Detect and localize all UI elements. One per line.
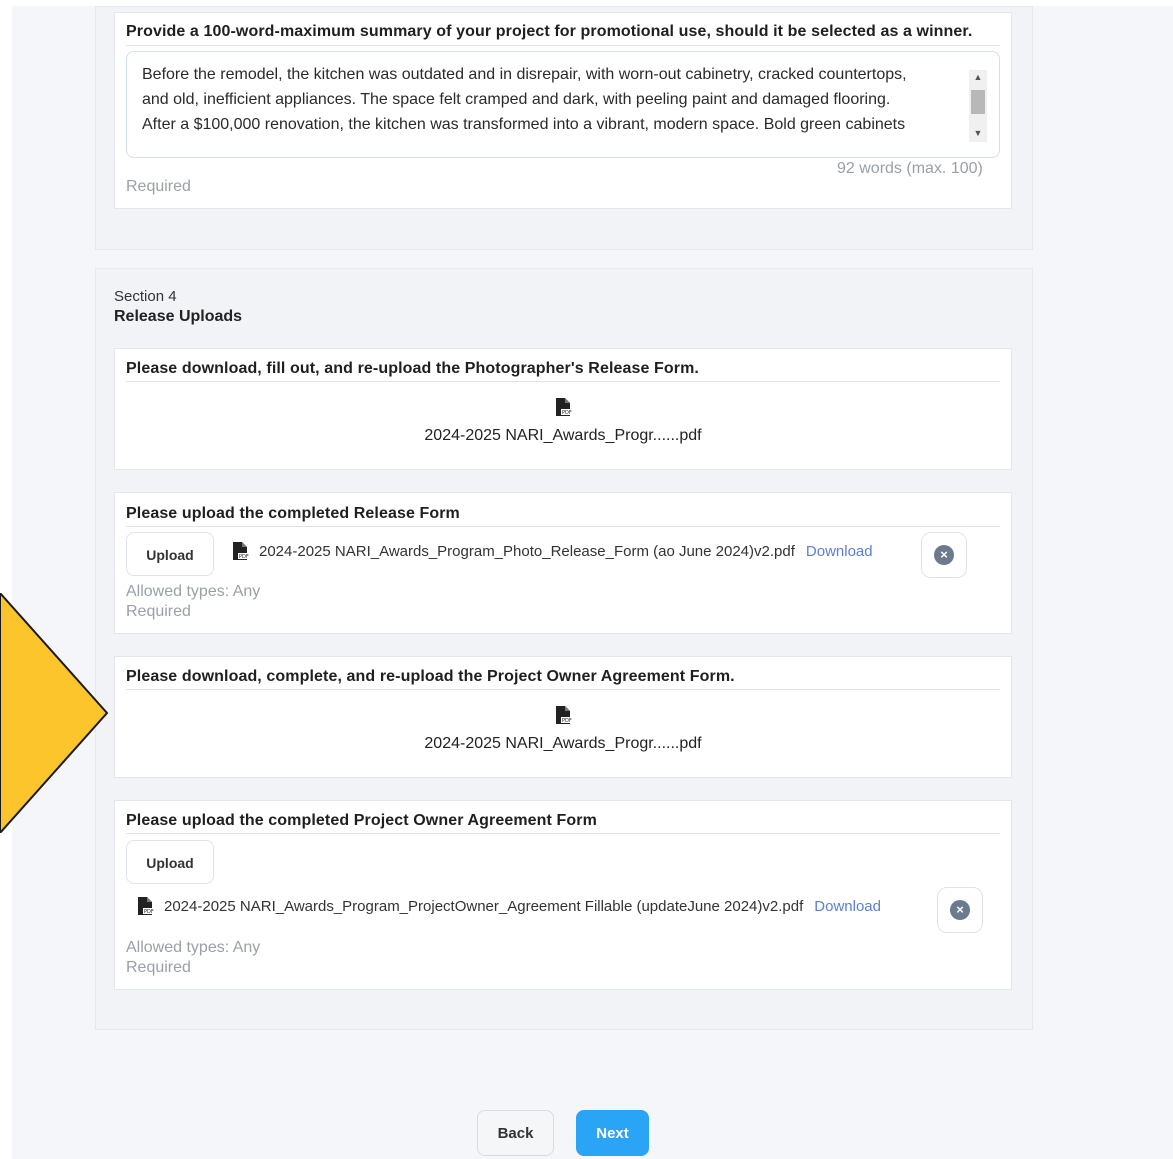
required-label: Required [126, 603, 191, 620]
photo-release-upload-prompt: Please upload the completed Release Form [126, 505, 460, 522]
photo-release-upload-card: Please upload the completed Release Form… [114, 492, 1012, 634]
allowed-types: Allowed types: Any [126, 583, 261, 600]
summary-prompt: Provide a 100-word-maximum summary of yo… [126, 23, 973, 40]
owner-agreement-download-prompt: Please download, complete, and re-upload… [126, 668, 735, 685]
uploaded-filename: 2024-2025 NARI_Awards_Program_Photo_Rele… [259, 542, 795, 560]
svg-text:PDF: PDF [144, 909, 154, 915]
back-button[interactable]: Back [477, 1110, 554, 1156]
pdf-file-icon: PDF [554, 705, 572, 725]
photo-release-template-link[interactable]: PDF [115, 397, 1011, 422]
card-divider [126, 381, 1000, 382]
remove-file-button[interactable]: × [921, 532, 967, 578]
close-icon: × [934, 545, 954, 565]
scroll-down-icon[interactable]: ▼ [969, 126, 987, 140]
upload-button[interactable]: Upload [126, 840, 214, 884]
owner-agreement-template-link[interactable]: PDF [115, 705, 1011, 730]
photo-release-template-filename[interactable]: 2024-2025 NARI_Awards_Progr......pdf [424, 427, 701, 444]
required-label: Required [126, 178, 191, 195]
download-link[interactable]: Download [814, 898, 881, 915]
owner-agreement-upload-card: Please upload the completed Project Owne… [114, 800, 1012, 990]
close-icon: × [950, 900, 970, 920]
pdf-file-icon: PDF [231, 541, 249, 561]
upload-button[interactable]: Upload [126, 532, 214, 576]
card-divider [126, 833, 1000, 834]
allowed-types: Allowed types: Any [126, 939, 261, 956]
svg-text:PDF: PDF [239, 554, 249, 560]
scroll-up-icon[interactable]: ▲ [969, 70, 987, 84]
summary-card: Provide a 100-word-maximum summary of yo… [114, 12, 1012, 209]
card-divider [126, 689, 1000, 690]
photo-release-download-prompt: Please download, fill out, and re-upload… [126, 360, 699, 377]
card-divider [126, 526, 1000, 527]
svg-text:PDF: PDF [562, 410, 572, 416]
required-label: Required [126, 959, 191, 976]
pdf-file-icon: PDF [136, 896, 154, 916]
remove-file-button[interactable]: × [937, 887, 983, 933]
uploaded-filename: 2024-2025 NARI_Awards_Program_ProjectOwn… [164, 897, 804, 915]
scroll-thumb[interactable] [971, 90, 985, 114]
svg-text:PDF: PDF [562, 718, 572, 724]
word-count: 92 words (max. 100) [837, 160, 983, 177]
callout-arrow-icon [0, 593, 109, 833]
section-title: Release Uploads [114, 308, 243, 325]
next-button[interactable]: Next [576, 1110, 649, 1156]
uploaded-file-row: PDF 2024-2025 NARI_Awards_Program_Photo_… [231, 541, 873, 561]
photo-release-download-card: Please download, fill out, and re-upload… [114, 348, 1012, 470]
summary-text[interactable]: Before the remodel, the kitchen was outd… [142, 62, 960, 137]
textarea-scrollbar[interactable]: ▲ ▼ [969, 70, 987, 142]
summary-textarea[interactable]: Before the remodel, the kitchen was outd… [126, 51, 1000, 158]
owner-agreement-download-card: Please download, complete, and re-upload… [114, 656, 1012, 778]
card-divider [126, 45, 1000, 46]
owner-agreement-template-filename[interactable]: 2024-2025 NARI_Awards_Progr......pdf [424, 735, 701, 752]
download-link[interactable]: Download [806, 543, 873, 560]
section-number: Section 4 [114, 288, 177, 305]
owner-agreement-upload-prompt: Please upload the completed Project Owne… [126, 812, 597, 829]
uploaded-file-row: PDF 2024-2025 NARI_Awards_Program_Projec… [136, 896, 881, 916]
pdf-file-icon: PDF [554, 397, 572, 417]
